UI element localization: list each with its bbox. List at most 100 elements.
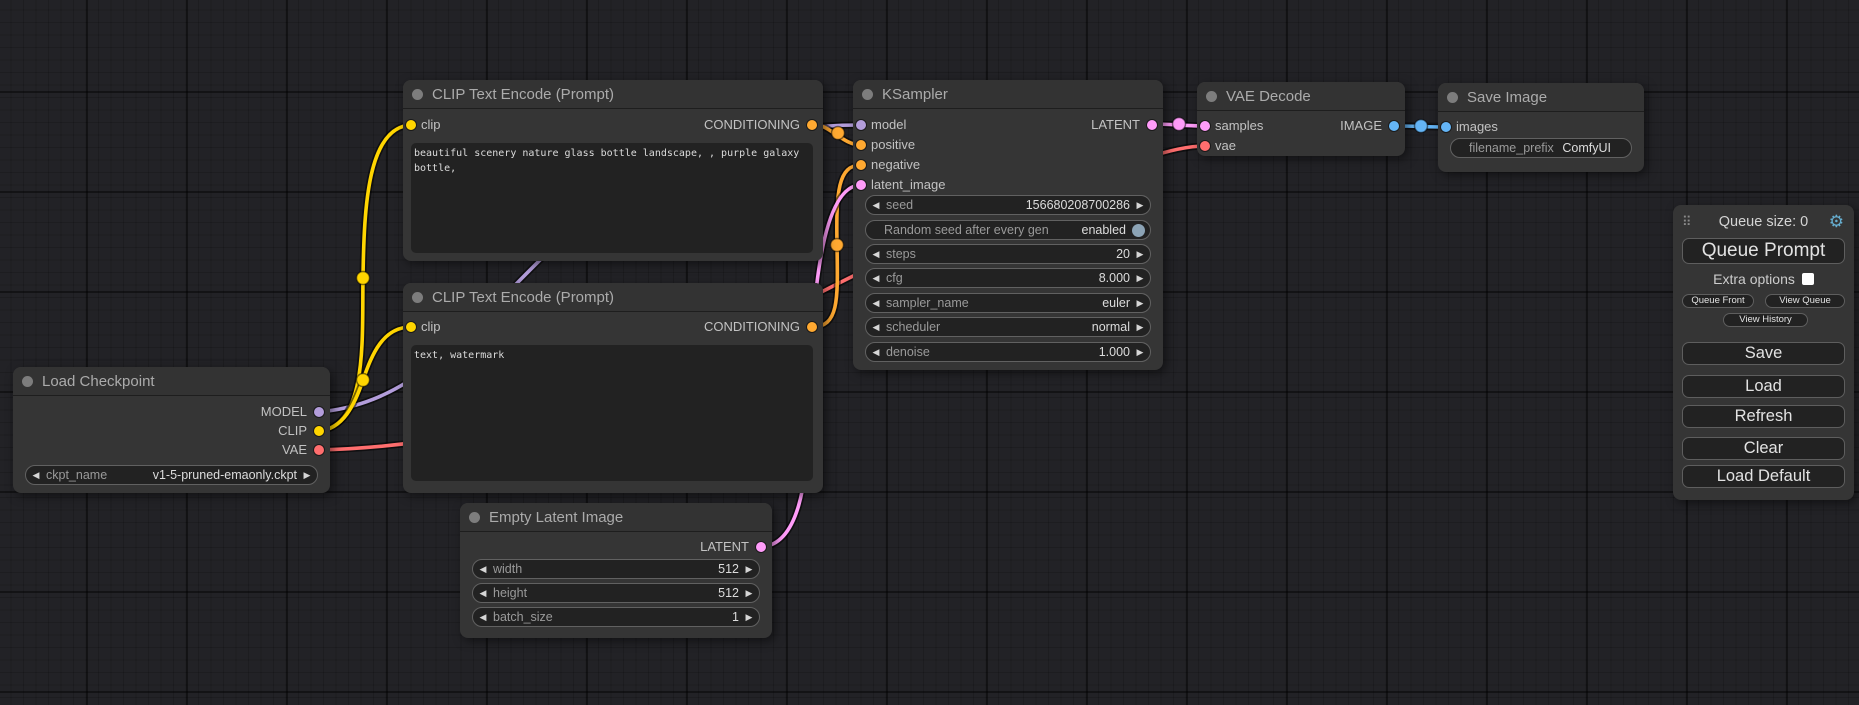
decrement-arrow-icon[interactable]: ◀ [26, 466, 46, 484]
node-graph-canvas[interactable]: Load Checkpoint MODEL CLIP VAE ◀ ckpt_na… [0, 0, 1859, 705]
node-header[interactable]: CLIP Text Encode (Prompt) [403, 283, 823, 312]
widget-seed[interactable]: ◀ seed 156680208700286 ▶ [865, 195, 1151, 215]
vae-output-port[interactable] [314, 445, 324, 455]
save-button[interactable]: Save [1682, 342, 1845, 365]
increment-arrow-icon[interactable]: ▶ [1130, 318, 1150, 336]
increment-arrow-icon[interactable]: ▶ [1130, 294, 1150, 312]
input-label: model [871, 117, 906, 132]
decrement-arrow-icon[interactable]: ◀ [866, 343, 886, 361]
extra-options-row: Extra options [1673, 271, 1854, 287]
node-title: Load Checkpoint [42, 373, 155, 390]
extra-options-checkbox[interactable] [1802, 273, 1814, 285]
model-input-port[interactable] [856, 120, 866, 130]
widget-height[interactable]: ◀ height 512 ▶ [472, 583, 760, 603]
widget-filename-prefix[interactable]: filename_prefix ComfyUI [1450, 138, 1632, 158]
vae-input-port[interactable] [1200, 141, 1210, 151]
node-title: KSampler [882, 86, 948, 103]
positive-input-port[interactable] [856, 140, 866, 150]
model-output-port[interactable] [314, 407, 324, 417]
decrement-arrow-icon[interactable]: ◀ [866, 196, 886, 214]
node-empty-latent-image[interactable]: Empty Latent Image LATENT ◀ width 512 ▶ … [460, 503, 772, 638]
widget-sampler-name[interactable]: ◀ sampler_name euler ▶ [865, 293, 1151, 313]
increment-arrow-icon[interactable]: ▶ [1130, 343, 1150, 361]
widget-value: v1-5-pruned-emaonly.ckpt [153, 466, 297, 484]
widget-cfg[interactable]: ◀ cfg 8.000 ▶ [865, 268, 1151, 288]
settings-gear-icon[interactable]: ⚙ [1829, 212, 1844, 232]
widget-value: 1.000 [1099, 343, 1130, 361]
prompt-text-area[interactable]: text, watermark [411, 345, 813, 481]
widget-steps[interactable]: ◀ steps 20 ▶ [865, 244, 1151, 264]
toggle-dot[interactable] [1132, 224, 1145, 237]
decrement-arrow-icon[interactable]: ◀ [473, 608, 493, 626]
increment-arrow-icon[interactable]: ▶ [1130, 269, 1150, 287]
widget-value: 1 [732, 608, 739, 626]
load-button[interactable]: Load [1682, 375, 1845, 398]
widget-denoise[interactable]: ◀ denoise 1.000 ▶ [865, 342, 1151, 362]
load-default-button[interactable]: Load Default [1682, 465, 1845, 488]
queue-prompt-button[interactable]: Queue Prompt [1682, 238, 1845, 264]
conditioning-output-port[interactable] [807, 120, 817, 130]
samples-input-port[interactable] [1200, 121, 1210, 131]
increment-arrow-icon[interactable]: ▶ [1130, 245, 1150, 263]
images-input-port[interactable] [1441, 122, 1451, 132]
output-slot-conditioning: CONDITIONING [704, 317, 823, 337]
node-clip-text-encode-negative[interactable]: CLIP Text Encode (Prompt) clip CONDITION… [403, 283, 823, 493]
node-load-checkpoint[interactable]: Load Checkpoint MODEL CLIP VAE ◀ ckpt_na… [13, 367, 330, 493]
prompt-text-area[interactable]: beautiful scenery nature glass bottle la… [411, 143, 813, 253]
output-slot-model: MODEL [261, 402, 330, 422]
decrement-arrow-icon[interactable]: ◀ [473, 584, 493, 602]
view-history-button[interactable]: View History [1723, 313, 1808, 327]
increment-arrow-icon[interactable]: ▶ [297, 466, 317, 484]
node-header[interactable]: Empty Latent Image [460, 503, 772, 532]
node-collapse-dot[interactable] [1206, 91, 1217, 102]
queue-front-button[interactable]: Queue Front [1682, 294, 1754, 308]
node-collapse-dot[interactable] [1447, 92, 1458, 103]
input-label: samples [1215, 118, 1263, 133]
decrement-arrow-icon[interactable]: ◀ [866, 294, 886, 312]
widget-random-seed-toggle[interactable]: Random seed after every gen enabled [865, 220, 1151, 240]
widget-scheduler[interactable]: ◀ scheduler normal ▶ [865, 317, 1151, 337]
increment-arrow-icon[interactable]: ▶ [739, 608, 759, 626]
node-clip-text-encode-positive[interactable]: CLIP Text Encode (Prompt) clip CONDITION… [403, 80, 823, 261]
increment-arrow-icon[interactable]: ▶ [1130, 196, 1150, 214]
conditioning-output-port[interactable] [807, 322, 817, 332]
output-label: CLIP [278, 423, 307, 438]
node-collapse-dot[interactable] [412, 89, 423, 100]
node-collapse-dot[interactable] [412, 292, 423, 303]
node-header[interactable]: CLIP Text Encode (Prompt) [403, 80, 823, 109]
node-collapse-dot[interactable] [469, 512, 480, 523]
increment-arrow-icon[interactable]: ▶ [739, 584, 759, 602]
node-header[interactable]: Load Checkpoint [13, 367, 330, 396]
input-slot-samples: samples [1197, 116, 1263, 136]
decrement-arrow-icon[interactable]: ◀ [866, 269, 886, 287]
clip-input-port[interactable] [406, 322, 416, 332]
widget-batch-size[interactable]: ◀ batch_size 1 ▶ [472, 607, 760, 627]
node-vae-decode[interactable]: VAE Decode samples IMAGE vae [1197, 82, 1405, 156]
link-midpoint-dot [1173, 118, 1186, 131]
latent-output-port[interactable] [1147, 120, 1157, 130]
refresh-button[interactable]: Refresh [1682, 405, 1845, 428]
widget-width[interactable]: ◀ width 512 ▶ [472, 559, 760, 579]
widget-name: height [493, 584, 527, 602]
clip-input-port[interactable] [406, 120, 416, 130]
node-header[interactable]: VAE Decode [1197, 82, 1405, 111]
node-collapse-dot[interactable] [22, 376, 33, 387]
clear-button[interactable]: Clear [1682, 437, 1845, 460]
node-header[interactable]: Save Image [1438, 83, 1644, 112]
widget-ckpt-name[interactable]: ◀ ckpt_name v1-5-pruned-emaonly.ckpt ▶ [25, 465, 318, 485]
increment-arrow-icon[interactable]: ▶ [739, 560, 759, 578]
decrement-arrow-icon[interactable]: ◀ [866, 245, 886, 263]
node-ksampler[interactable]: KSampler model LATENT positive negative … [853, 80, 1163, 370]
view-queue-button[interactable]: View Queue [1765, 294, 1845, 308]
latent-image-input-port[interactable] [856, 180, 866, 190]
image-output-port[interactable] [1389, 121, 1399, 131]
latent-output-port[interactable] [756, 542, 766, 552]
input-label: clip [421, 117, 441, 132]
negative-input-port[interactable] [856, 160, 866, 170]
node-header[interactable]: KSampler [853, 80, 1163, 109]
decrement-arrow-icon[interactable]: ◀ [866, 318, 886, 336]
decrement-arrow-icon[interactable]: ◀ [473, 560, 493, 578]
node-collapse-dot[interactable] [862, 89, 873, 100]
clip-output-port[interactable] [314, 426, 324, 436]
node-save-image[interactable]: Save Image images filename_prefix ComfyU… [1438, 83, 1644, 172]
